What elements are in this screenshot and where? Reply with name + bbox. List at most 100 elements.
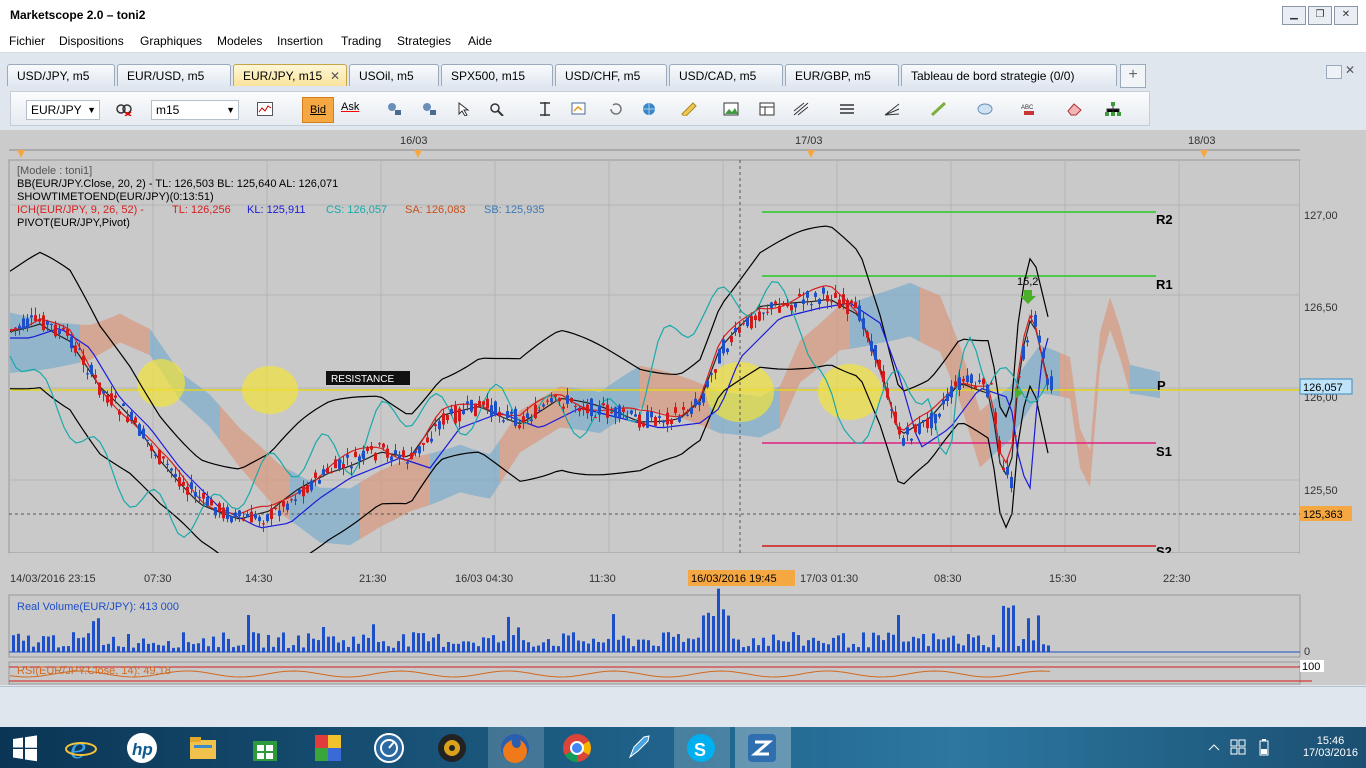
- candle-body: [350, 466, 353, 469]
- pencil-icon[interactable]: [931, 102, 947, 116]
- candle-body: [26, 318, 29, 328]
- windows-start-icon[interactable]: [8, 731, 42, 765]
- volume-bar: [617, 639, 620, 652]
- marketscope-icon[interactable]: [745, 731, 779, 765]
- menu-trading[interactable]: Trading: [341, 34, 381, 48]
- chart-area[interactable]: 16/03 17/03 18/03 [Modele : toni1] BB(EU…: [0, 130, 1366, 685]
- fan-tool-icon[interactable]: [884, 102, 900, 116]
- symbol-value: EUR/JPY: [31, 103, 82, 117]
- menu-insertion[interactable]: Insertion: [277, 34, 323, 48]
- menu-aide[interactable]: Aide: [468, 34, 492, 48]
- scale-icon[interactable]: [537, 102, 553, 116]
- cloud-segment: [900, 282, 910, 339]
- candle-body: [878, 359, 881, 370]
- candle-body: [378, 443, 381, 445]
- tab-usdjpy[interactable]: USD/JPY, m5: [7, 64, 115, 86]
- candle-body: [734, 327, 737, 333]
- maximize-button[interactable]: ❐: [1308, 6, 1332, 25]
- bid-button[interactable]: Bid: [302, 97, 334, 123]
- image-icon[interactable]: [723, 102, 739, 116]
- candle-body: [366, 446, 369, 452]
- globe-icon[interactable]: [641, 102, 657, 116]
- tab-spx500[interactable]: SPX500, m15: [441, 64, 553, 86]
- zoom-icon[interactable]: [489, 102, 505, 116]
- system-clock[interactable]: 15:46 17/03/2016: [1303, 735, 1358, 759]
- candle-body: [490, 405, 493, 417]
- volume-bar: [637, 639, 640, 652]
- tab-eurgbp[interactable]: EUR/GBP, m5: [785, 64, 899, 86]
- puzzle-app-icon[interactable]: [311, 731, 345, 765]
- volume-bar: [512, 635, 515, 652]
- tab-usdchf[interactable]: USD/CHF, m5: [555, 64, 667, 86]
- network-icon[interactable]: [1230, 739, 1246, 755]
- timeframe-select[interactable]: m15 ▼: [151, 100, 239, 120]
- close-button[interactable]: ✕: [1334, 6, 1358, 25]
- candle-body: [282, 500, 285, 507]
- chevron-up-icon[interactable]: [1208, 742, 1220, 752]
- candle-body: [330, 471, 333, 473]
- menu-dispositions[interactable]: Dispositions: [59, 34, 124, 48]
- hp-icon[interactable]: hp: [125, 731, 159, 765]
- trendline-tools-icon[interactable]: [793, 102, 809, 116]
- cloud-segment: [430, 451, 440, 505]
- cursor-icon[interactable]: [456, 102, 472, 116]
- legend-showtime: SHOWTIMETOEND(EUR/JPY)(0:13:51): [17, 191, 214, 203]
- file-explorer-icon[interactable]: [186, 731, 220, 765]
- candle-body: [998, 440, 1001, 454]
- media-player-icon[interactable]: [435, 731, 469, 765]
- menu-strategies[interactable]: Strategies: [397, 34, 451, 48]
- text-tool-icon[interactable]: ABC: [1021, 102, 1037, 116]
- layout-icon[interactable]: [759, 102, 775, 116]
- menu-fichier[interactable]: Fichier: [9, 34, 45, 48]
- candle-body: [914, 424, 917, 433]
- internet-explorer-icon[interactable]: e: [64, 731, 98, 765]
- close-tab-icon[interactable]: ✕: [330, 65, 340, 87]
- chart-type-icon[interactable]: [257, 102, 273, 116]
- speedometer-icon[interactable]: [372, 731, 406, 765]
- candle-body: [370, 446, 373, 450]
- volume-bar: [167, 641, 170, 652]
- remove-indicator-icon[interactable]: [421, 102, 437, 116]
- horizontal-lines-icon[interactable]: [839, 102, 855, 116]
- candle-body: [1030, 315, 1033, 317]
- volume-bar: [32, 646, 35, 652]
- properties-icon[interactable]: [571, 102, 587, 116]
- volume-bar: [997, 647, 1000, 652]
- tab-usoil[interactable]: USOil, m5: [349, 64, 439, 86]
- ellipse-icon[interactable]: [977, 102, 993, 116]
- ask-button[interactable]: Ask: [341, 101, 359, 113]
- candle-body: [554, 395, 557, 397]
- volume-bar: [37, 642, 40, 652]
- eraser-icon[interactable]: [1066, 102, 1082, 116]
- battery-icon[interactable]: [1258, 738, 1270, 756]
- refresh-icon[interactable]: [608, 102, 624, 116]
- price-chart[interactable]: 16/03 17/03 18/03 [Modele : toni1] BB(EU…: [0, 130, 1366, 685]
- ruler-icon[interactable]: [681, 102, 697, 116]
- tab-eurusd[interactable]: EUR/USD, m5: [117, 64, 231, 86]
- volume-bar: [237, 645, 240, 652]
- firefox-icon[interactable]: [498, 731, 532, 765]
- add-indicator-icon[interactable]: [386, 102, 402, 116]
- candle-body: [186, 486, 189, 495]
- menu-graphiques[interactable]: Graphiques: [140, 34, 202, 48]
- rocket-app-icon[interactable]: [622, 731, 656, 765]
- menu-modeles[interactable]: Modeles: [217, 34, 262, 48]
- candle-body: [242, 518, 245, 521]
- store-icon[interactable]: [248, 731, 282, 765]
- tab-eurjpy[interactable]: EUR/JPY, m15 ✕: [233, 64, 347, 86]
- skype-icon[interactable]: S: [684, 731, 718, 765]
- link-icon[interactable]: [116, 102, 132, 116]
- candle-body: [1018, 376, 1021, 378]
- minimize-button[interactable]: ▁: [1282, 6, 1306, 25]
- hierarchy-icon[interactable]: [1105, 102, 1121, 116]
- symbol-select[interactable]: EUR/JPY ▼: [26, 100, 100, 120]
- candle-body: [854, 302, 857, 309]
- close-chart-icon[interactable]: ✕: [1345, 63, 1355, 77]
- candle-body: [574, 405, 577, 407]
- restore-tab-icon[interactable]: [1326, 65, 1342, 79]
- chrome-icon[interactable]: [560, 731, 594, 765]
- tab-usdcad[interactable]: USD/CAD, m5: [669, 64, 783, 86]
- tab-label: EUR/GBP, m5: [795, 69, 871, 83]
- tab-tableau-de-bord[interactable]: Tableau de bord strategie (0/0): [901, 64, 1117, 86]
- add-tab-button[interactable]: +: [1120, 64, 1146, 88]
